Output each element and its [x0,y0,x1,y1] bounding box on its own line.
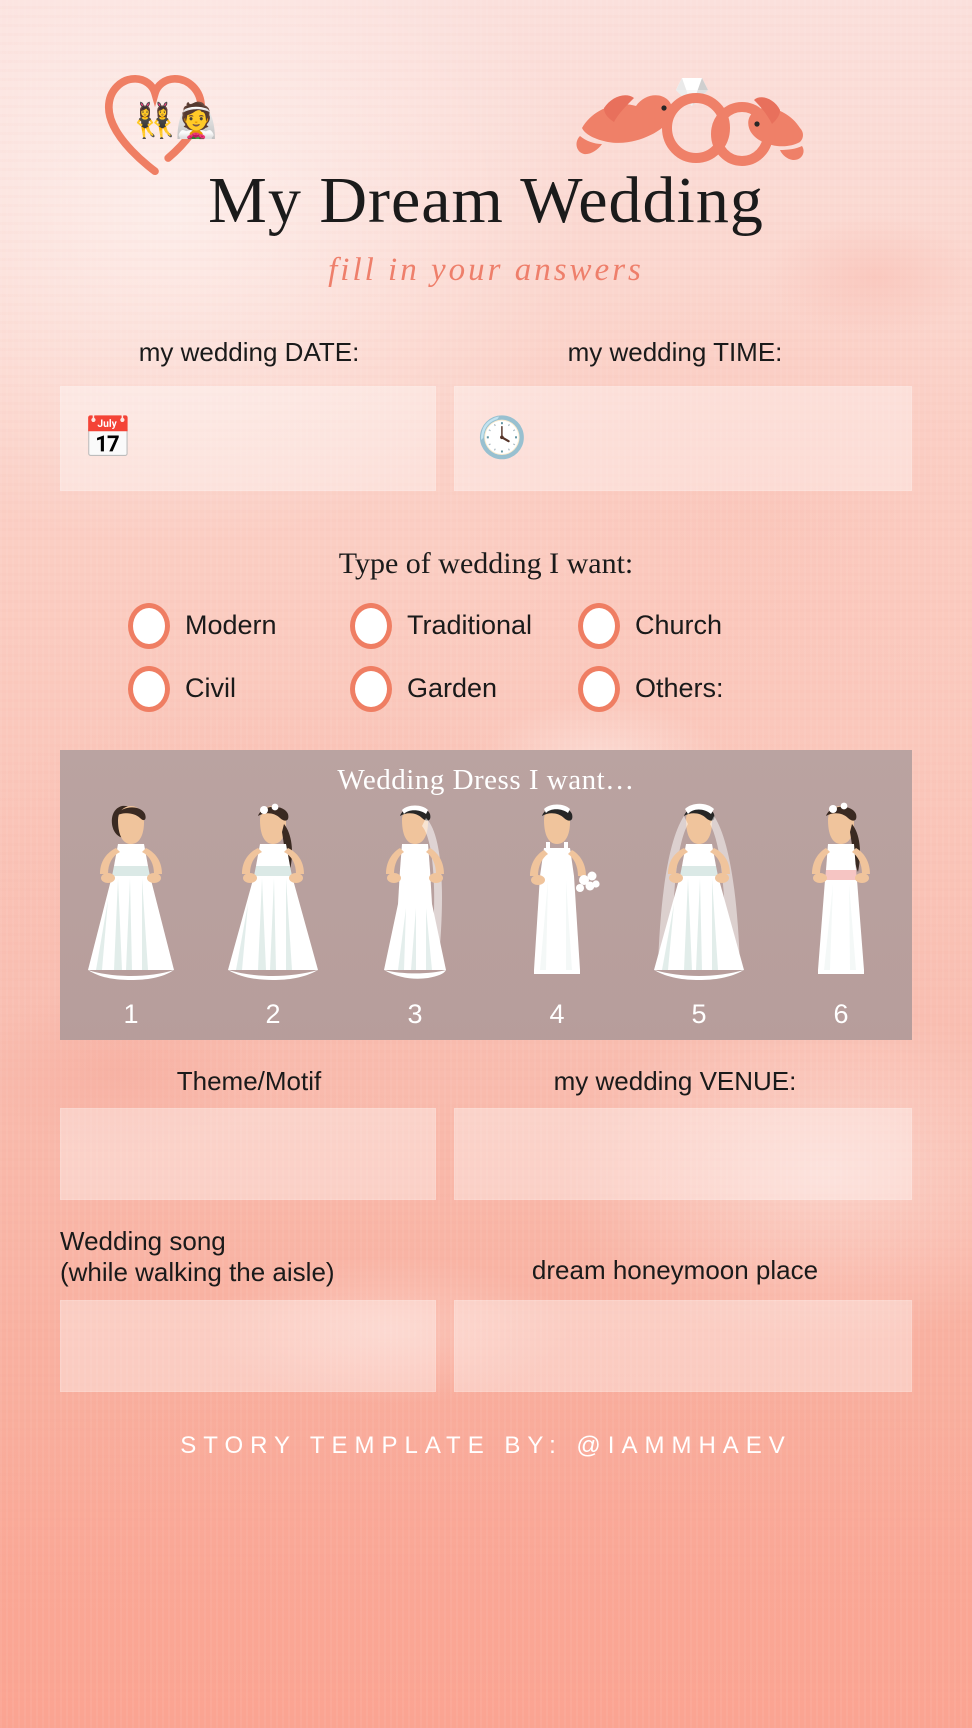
wedding-dress-option-3[interactable] [359,800,471,996]
wedding-time-label: my wedding TIME: [567,337,783,367]
wedding-dress-option-1[interactable] [75,800,187,996]
clock-icon: 🕓 [477,416,527,461]
dress-number: 1 [123,998,139,1029]
radio-icon[interactable] [350,602,392,649]
dress-number: 6 [833,998,849,1029]
bride-dress-4-icon [530,804,600,974]
wedding-dress-option-5[interactable] [643,800,755,996]
wedding-venue-input[interactable] [454,1108,912,1201]
wedding-dress-option-6[interactable] [785,800,897,996]
calendar-icon: 📅 [83,416,133,461]
title-row: 👯‍♀️👰 [0,74,972,238]
honeymoon-place-label: dream honeymoon place [531,1255,819,1286]
header: 👯‍♀️👰 [0,0,972,289]
wedding-date-input[interactable]: 📅 [60,385,436,491]
wedding-type-option-traditional[interactable]: Traditional [350,602,578,649]
footer-credit: STORY TEMPLATE BY: @IAMMHAEV [180,1431,792,1459]
wedding-dress-title: Wedding Dress I want… [337,763,635,796]
wedding-type-option-others[interactable]: Others: [578,665,852,712]
radio-icon[interactable] [350,665,392,712]
bride-dress-5-icon [654,803,744,980]
dress-number: 3 [407,998,423,1029]
doves-with-wedding-rings-icon [576,78,804,166]
page-subtitle: fill in your answers [328,252,644,288]
date-time-section: my wedding DATE: my wedding TIME: 📅 🕓 [0,337,972,491]
wedding-dress-numbers: 1 2 3 4 5 6 [60,999,912,1030]
radio-icon[interactable] [128,602,170,649]
song-honeymoon-section: Wedding song (while walking the aisle) d… [0,1226,972,1392]
option-label: Civil [185,673,236,704]
theme-venue-inputs [0,1108,972,1201]
theme-venue-section: Theme/Motif my wedding VENUE: [0,1066,972,1201]
option-label: Traditional [407,610,533,641]
story-template-page: 👯‍♀️👰 [0,0,972,1728]
theme-venue-labels: Theme/Motif my wedding VENUE: [0,1066,972,1097]
option-label: Garden [407,673,498,704]
bride-dress-3-icon [384,805,446,979]
wedding-song-label: Wedding song (while walking the aisle) [60,1226,335,1288]
wedding-date-label: my wedding DATE: [138,337,360,367]
song-honeymoon-inputs [0,1299,972,1392]
dress-number: 4 [549,998,565,1029]
bride-dress-1-icon [88,805,174,980]
option-label: Church [635,610,723,641]
honeymoon-place-input[interactable] [454,1299,912,1392]
wedding-venue-label: my wedding VENUE: [553,1065,797,1096]
dress-number: 2 [265,998,281,1029]
theme-motif-label: Theme/Motif [176,1065,322,1096]
radio-icon[interactable] [128,665,170,712]
date-time-labels: my wedding DATE: my wedding TIME: [0,337,972,368]
wedding-time-input[interactable]: 🕓 [454,385,912,491]
wedding-type-options: Modern Traditional Church Civil Garden O… [0,602,972,712]
wedding-dress-options [60,796,912,996]
bride-dress-2-icon [228,803,318,980]
radio-icon[interactable] [578,665,620,712]
bride-and-groom-icon: 👯‍♀️👰 [133,102,218,140]
wedding-type-heading: Type of wedding I want: [338,546,634,580]
wedding-type-option-garden[interactable]: Garden [350,665,578,712]
song-honeymoon-labels: Wedding song (while walking the aisle) d… [0,1226,972,1287]
wedding-type-option-church[interactable]: Church [578,602,852,649]
bride-dress-6-icon [812,802,870,974]
date-time-inputs: 📅 🕓 [0,385,972,491]
wedding-dress-option-4[interactable] [501,800,613,996]
dress-number: 5 [691,998,707,1029]
radio-icon[interactable] [578,602,620,649]
wedding-dress-option-2[interactable] [217,800,329,996]
wedding-type-option-civil[interactable]: Civil [128,665,350,712]
option-label: Others: [635,673,724,704]
wedding-type-section: Type of wedding I want: Modern Tradition… [0,547,972,712]
wedding-song-input[interactable] [60,1299,436,1392]
page-title: My Dream Wedding [208,164,764,237]
option-label: Modern [185,610,277,641]
wedding-dress-section: Wedding Dress I want… 1 2 3 4 5 6 [60,749,912,1040]
theme-motif-input[interactable] [60,1108,436,1201]
wedding-type-option-modern[interactable]: Modern [128,602,350,649]
